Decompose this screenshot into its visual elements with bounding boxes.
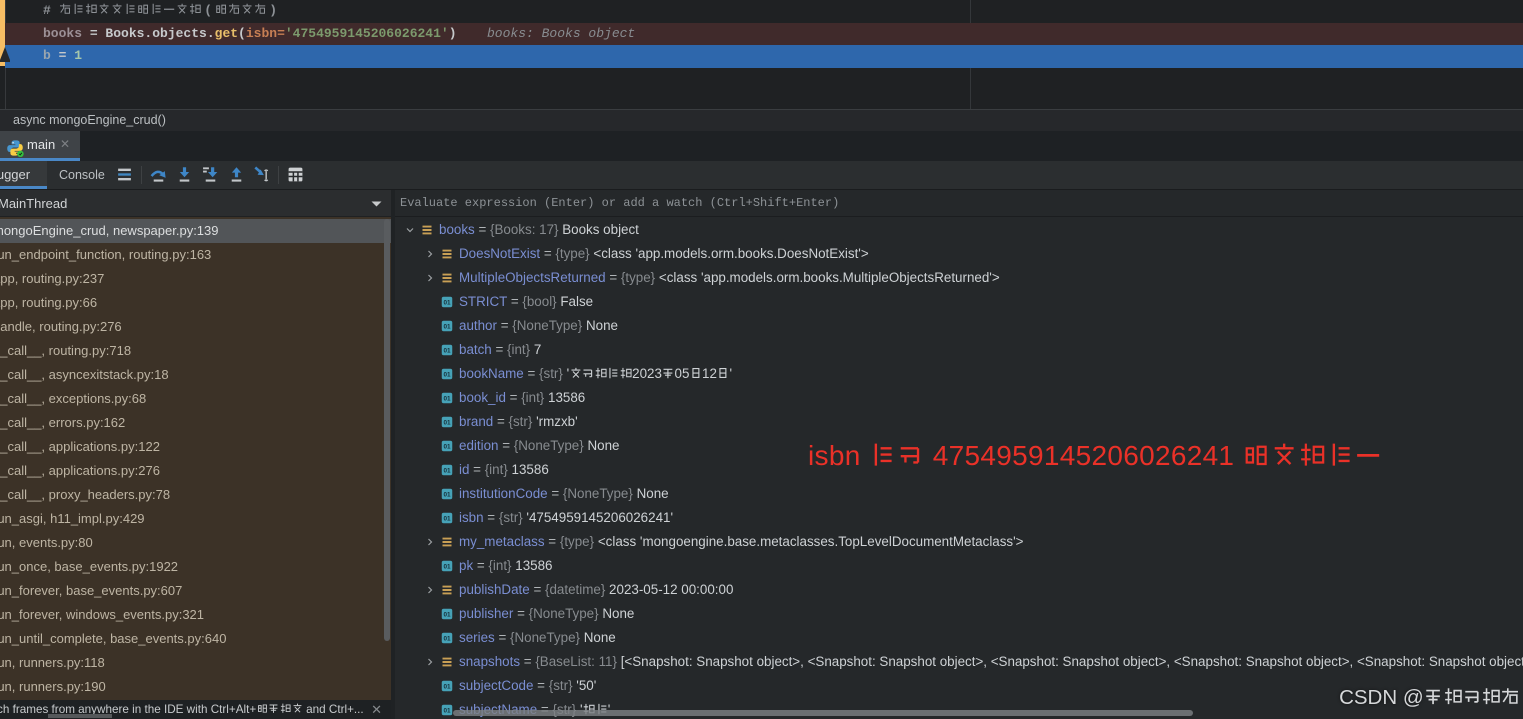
svg-text:01: 01 (443, 396, 451, 403)
svg-text:01: 01 (443, 324, 451, 331)
svg-text:01: 01 (443, 492, 451, 499)
svg-text:01: 01 (443, 708, 451, 715)
svg-text:01: 01 (443, 684, 451, 691)
svg-text:01: 01 (443, 564, 451, 571)
svg-text:01: 01 (443, 444, 451, 451)
svg-text:01: 01 (443, 420, 451, 427)
svg-text:01: 01 (443, 300, 451, 307)
svg-text:01: 01 (443, 468, 451, 475)
svg-text:01: 01 (443, 372, 451, 379)
svg-text:01: 01 (443, 636, 451, 643)
svg-text:01: 01 (443, 612, 451, 619)
svg-text:01: 01 (443, 348, 451, 355)
svg-text:01: 01 (443, 516, 451, 523)
